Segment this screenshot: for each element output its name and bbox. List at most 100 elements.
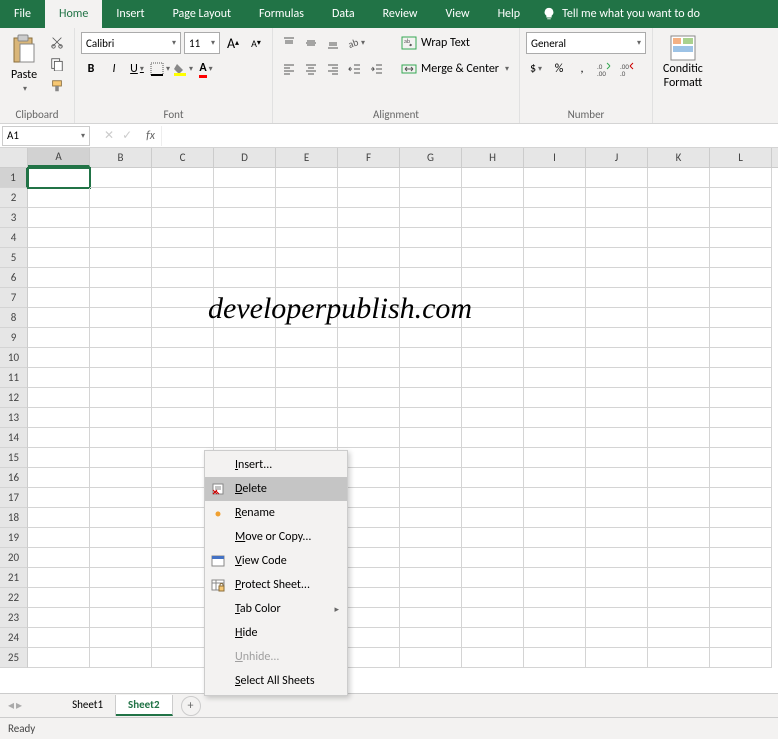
cell[interactable] (524, 608, 586, 628)
cell[interactable] (710, 608, 772, 628)
align-top-button[interactable] (279, 32, 299, 54)
cell[interactable] (710, 388, 772, 408)
cell[interactable] (90, 628, 152, 648)
sheet-tab-sheet2[interactable]: Sheet2 (116, 695, 173, 716)
cell[interactable] (400, 568, 462, 588)
cell[interactable] (586, 428, 648, 448)
cell[interactable] (214, 168, 276, 188)
cell[interactable] (462, 268, 524, 288)
cell[interactable] (648, 468, 710, 488)
wrap-text-button[interactable]: ab Wrap Text (397, 32, 513, 54)
cell[interactable] (90, 388, 152, 408)
comma-button[interactable]: , (572, 58, 592, 80)
fill-color-button[interactable]: ▾ (173, 58, 193, 80)
cell[interactable] (214, 328, 276, 348)
cell[interactable] (648, 508, 710, 528)
cell[interactable] (28, 188, 90, 208)
cell[interactable] (648, 328, 710, 348)
cell[interactable] (400, 348, 462, 368)
cell[interactable] (648, 228, 710, 248)
cell[interactable] (462, 388, 524, 408)
cell[interactable] (524, 468, 586, 488)
cell[interactable] (648, 588, 710, 608)
currency-button[interactable]: $▾ (526, 58, 546, 80)
cell[interactable] (524, 448, 586, 468)
align-bottom-button[interactable] (323, 32, 343, 54)
context-menu-item-tab-color[interactable]: Tab Color▸ (205, 597, 347, 621)
cell[interactable] (586, 388, 648, 408)
cell[interactable] (710, 288, 772, 308)
cell[interactable] (338, 428, 400, 448)
context-menu-item-rename[interactable]: •Rename (205, 501, 347, 525)
cell[interactable] (90, 288, 152, 308)
decrease-decimal-button[interactable]: .00.0 (618, 58, 638, 80)
cell[interactable] (524, 388, 586, 408)
context-menu-item-insert[interactable]: Insert... (205, 453, 347, 477)
cell[interactable] (524, 368, 586, 388)
cell[interactable] (710, 268, 772, 288)
cell[interactable] (276, 288, 338, 308)
cell[interactable] (524, 408, 586, 428)
cell[interactable] (152, 208, 214, 228)
cell[interactable] (400, 368, 462, 388)
cell[interactable] (586, 168, 648, 188)
cell[interactable] (586, 348, 648, 368)
tell-me-search[interactable]: Tell me what you want to do (542, 0, 700, 28)
cell[interactable] (214, 408, 276, 428)
cell[interactable] (28, 448, 90, 468)
cell[interactable] (586, 288, 648, 308)
cell[interactable] (338, 348, 400, 368)
cell[interactable] (648, 248, 710, 268)
cell[interactable] (400, 608, 462, 628)
sheet-tab-sheet1[interactable]: Sheet1 (60, 695, 116, 716)
cell[interactable] (214, 348, 276, 368)
new-sheet-button[interactable]: + (181, 696, 201, 716)
cell[interactable] (338, 308, 400, 328)
column-header[interactable]: L (710, 148, 772, 167)
cell[interactable] (400, 648, 462, 668)
cell[interactable] (90, 188, 152, 208)
cell[interactable] (710, 568, 772, 588)
ribbon-tab-review[interactable]: Review (369, 0, 432, 28)
cell[interactable] (338, 328, 400, 348)
fx-label[interactable]: fx (146, 129, 155, 143)
cell[interactable] (276, 228, 338, 248)
cell[interactable] (462, 568, 524, 588)
cell[interactable] (276, 308, 338, 328)
increase-font-button[interactable]: A▴ (223, 32, 243, 54)
italic-button[interactable]: I (104, 58, 124, 80)
align-right-button[interactable] (323, 58, 343, 80)
cell[interactable] (338, 248, 400, 268)
cell[interactable] (524, 208, 586, 228)
cell[interactable] (462, 468, 524, 488)
context-menu-item-view-code[interactable]: View Code (205, 549, 347, 573)
row-header[interactable]: 2 (0, 188, 28, 208)
cell[interactable] (710, 308, 772, 328)
row-header[interactable]: 10 (0, 348, 28, 368)
cell[interactable] (338, 268, 400, 288)
cell[interactable] (28, 588, 90, 608)
row-header[interactable]: 20 (0, 548, 28, 568)
cell[interactable] (276, 328, 338, 348)
cell[interactable] (28, 548, 90, 568)
cell[interactable] (90, 348, 152, 368)
cell[interactable] (152, 268, 214, 288)
cell[interactable] (648, 348, 710, 368)
cell[interactable] (710, 508, 772, 528)
cell[interactable] (152, 348, 214, 368)
cell[interactable] (524, 588, 586, 608)
cell[interactable] (152, 248, 214, 268)
cell[interactable] (586, 368, 648, 388)
cell[interactable] (400, 508, 462, 528)
cell[interactable] (462, 188, 524, 208)
percent-button[interactable]: % (549, 58, 569, 80)
decrease-font-button[interactable]: A▾ (246, 32, 266, 54)
cell[interactable] (710, 548, 772, 568)
row-header[interactable]: 7 (0, 288, 28, 308)
cell[interactable] (648, 268, 710, 288)
cell[interactable] (586, 248, 648, 268)
conditional-formatting-button[interactable]: Conditic Formatt (659, 32, 707, 92)
cell[interactable] (400, 328, 462, 348)
cell[interactable] (28, 608, 90, 628)
cell[interactable] (400, 248, 462, 268)
